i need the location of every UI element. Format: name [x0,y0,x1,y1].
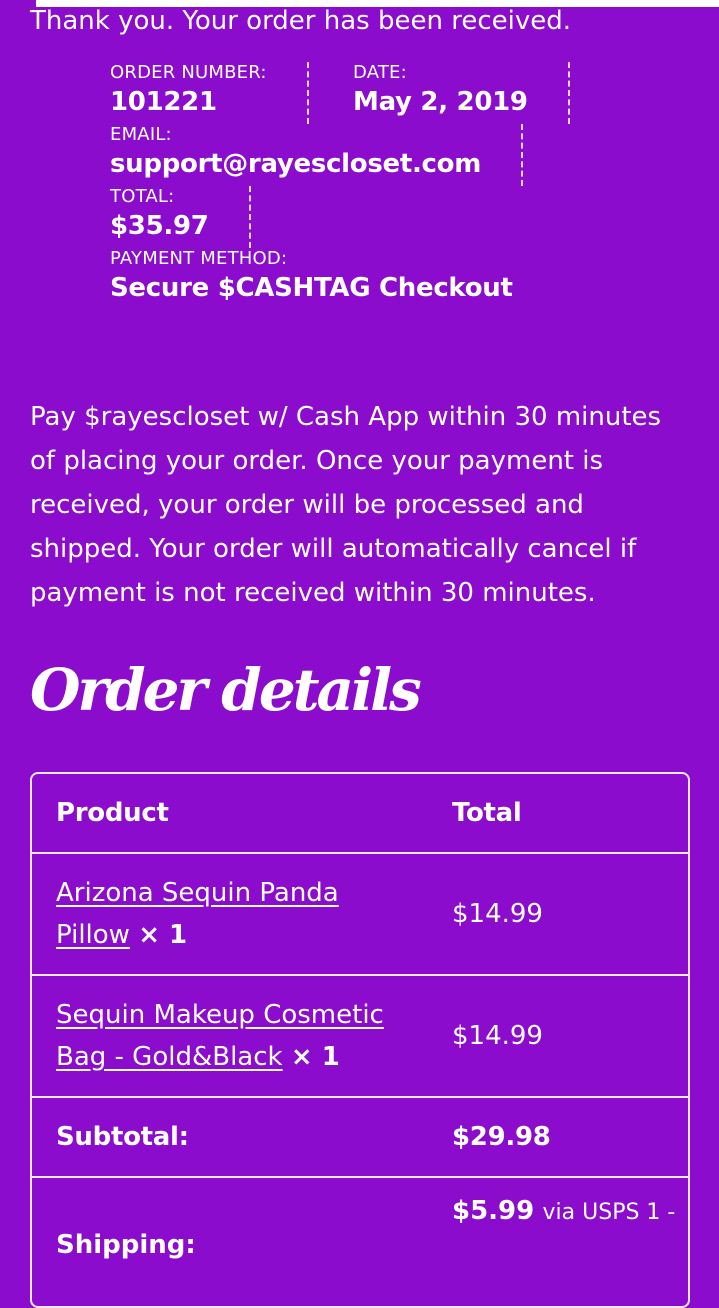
total-value: $35.97 [110,211,209,241]
product-total: $14.99 [428,854,688,976]
shipping-row: Shipping: $5.99 via USPS 1 - [32,1178,688,1306]
table-header-row: Product Total [32,774,688,854]
shipping-value-cell: $5.99 via USPS 1 - [428,1178,688,1306]
product-name-line2: Pillow [56,920,130,950]
product-cell: Sequin Makeup Cosmetic Bag - Gold&Black ×… [32,976,428,1098]
subtotal-value: $29.98 [428,1098,688,1178]
product-link[interactable]: Arizona Sequin Panda Pillow [56,878,339,950]
payment-instructions: Pay $rayescloset w/ Cash App within 30 m… [30,402,662,608]
payment-method-value: Secure $CASHTAG Checkout [110,273,513,303]
shipping-label-cell: Shipping: [32,1178,428,1306]
column-header-product: Product [32,774,428,854]
email-label: EMAIL: [110,124,172,145]
column-header-total: Total [428,774,688,854]
date-label: DATE: [353,62,407,83]
product-name-line2: Bag - Gold&Black [56,1042,283,1072]
product-quantity: × 1 [138,920,188,950]
product-quantity: × 1 [290,1042,340,1072]
shipping-label: Shipping: [56,1230,196,1260]
payment-method-label: PAYMENT METHOD: [110,248,288,269]
product-name-line1: Arizona Sequin Panda [56,878,339,908]
date-value: May 2, 2019 [353,87,528,117]
product-name-line1: Sequin Makeup Cosmetic [56,1000,384,1030]
order-number-label: ORDER NUMBER: [110,62,267,83]
order-number-value: 101221 [110,87,217,117]
date-item: DATE: May 2, 2019 [353,62,570,124]
total-item: TOTAL: $35.97 [110,186,251,248]
email-value: support@rayescloset.com [110,149,482,179]
email-item: EMAIL: support@rayescloset.com [110,124,524,186]
order-number-item: ORDER NUMBER: 101221 [110,62,309,124]
shipping-method: via USPS 1 - [542,1200,676,1225]
subtotal-label: Subtotal: [32,1098,428,1178]
product-total: $14.99 [428,976,688,1098]
subtotal-row: Subtotal: $29.98 [32,1098,688,1178]
total-label: TOTAL: [110,186,175,207]
order-details-heading: Order details [30,656,422,724]
table-row: Arizona Sequin Panda Pillow × 1 $14.99 [32,854,688,976]
table-row: Sequin Makeup Cosmetic Bag - Gold&Black ×… [32,976,688,1098]
product-cell: Arizona Sequin Panda Pillow × 1 [32,854,428,976]
order-received-notice: Thank you. Your order has been received. [30,6,571,36]
shipping-value: $5.99 [452,1196,535,1226]
payment-method-item: PAYMENT METHOD: Secure $CASHTAG Checkout [110,248,553,310]
order-details-table: Product Total Arizona Sequin Panda Pillow… [30,772,690,1308]
